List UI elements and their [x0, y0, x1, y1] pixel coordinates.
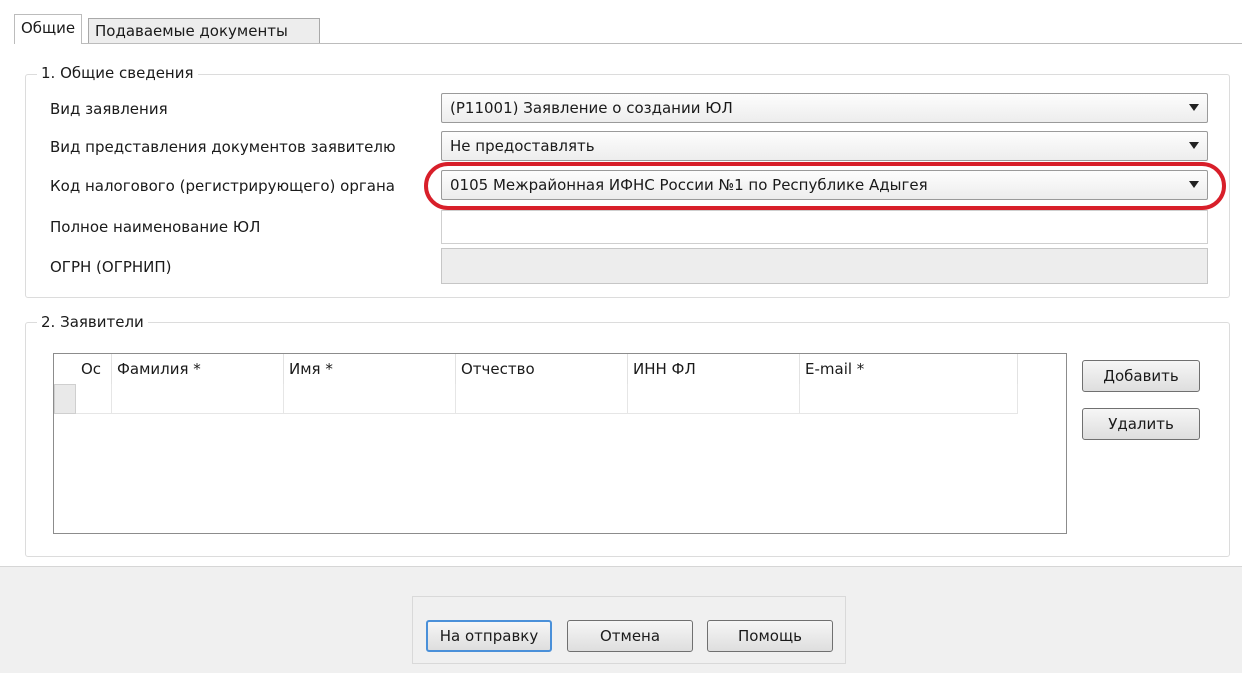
applicants-table[interactable]: Ос Фамилия * Имя * Отчество ИНН ФЛ E-mai… — [53, 353, 1067, 534]
column-header-surname[interactable]: Фамилия * — [112, 354, 284, 384]
application-type-label: Вид заявления — [50, 100, 168, 118]
row-header[interactable] — [54, 384, 76, 414]
application-type-combo[interactable]: (Р11001) Заявление о создании ЮЛ — [441, 93, 1208, 123]
table-cell[interactable] — [112, 384, 284, 414]
add-applicant-button[interactable]: Добавить — [1082, 360, 1200, 392]
tax-authority-label: Код налогового (регистрирующего) органа — [50, 177, 395, 195]
delete-applicant-button[interactable]: Удалить — [1082, 408, 1200, 440]
tab-documents[interactable]: Подаваемые документы — [88, 18, 320, 44]
help-button[interactable]: Помощь — [707, 620, 833, 652]
column-header-email[interactable]: E-mail * — [800, 354, 1018, 384]
document-delivery-label: Вид представления документов заявителю — [50, 138, 396, 156]
column-header-inn[interactable]: ИНН ФЛ — [628, 354, 800, 384]
table-cell[interactable] — [284, 384, 456, 414]
tab-divider — [14, 43, 1242, 44]
full-name-field[interactable] — [441, 210, 1208, 244]
ogrn-label: ОГРН (ОГРНИП) — [50, 258, 172, 276]
application-type-value: (Р11001) Заявление о создании ЮЛ — [450, 99, 733, 117]
general-info-title: 1. Общие сведения — [37, 64, 198, 82]
dropdown-arrow-icon — [1189, 142, 1199, 149]
send-button[interactable]: На отправку — [426, 620, 552, 652]
ogrn-field — [441, 248, 1208, 284]
column-header-name[interactable]: Имя * — [284, 354, 456, 384]
document-delivery-combo[interactable]: Не предоставлять — [441, 131, 1208, 161]
document-delivery-value: Не предоставлять — [450, 137, 595, 155]
table-cell[interactable] — [628, 384, 800, 414]
column-header-patronymic[interactable]: Отчество — [456, 354, 628, 384]
cancel-button[interactable]: Отмена — [567, 620, 693, 652]
red-highlight-annotation — [424, 162, 1226, 210]
full-name-label: Полное наименование ЮЛ — [50, 218, 261, 236]
dropdown-arrow-icon — [1189, 104, 1199, 111]
column-header-os[interactable]: Ос — [76, 354, 112, 384]
table-cell[interactable] — [76, 384, 112, 414]
tab-general[interactable]: Общие — [14, 14, 83, 44]
table-cell[interactable] — [800, 384, 1018, 414]
table-cell[interactable] — [456, 384, 628, 414]
applicants-title: 2. Заявители — [37, 313, 148, 331]
